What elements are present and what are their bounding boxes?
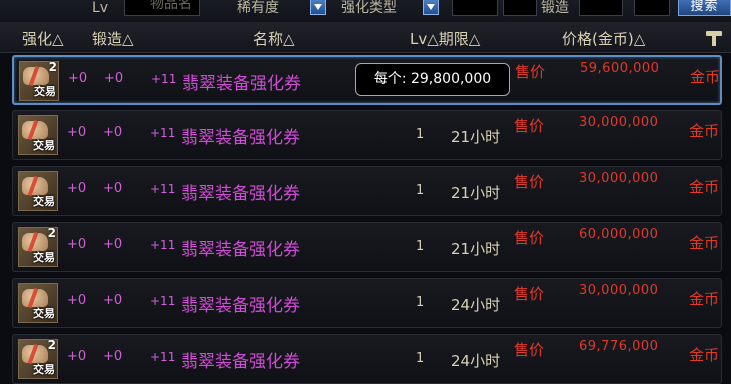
tradeable-badge: 交易 [33, 139, 55, 152]
currency-label: 金币 [689, 234, 720, 252]
level-value: 1 [416, 127, 425, 142]
name-filter-label: 物品名 [150, 0, 192, 12]
tradeable-badge: 交易 [33, 251, 55, 264]
tradeable-badge: 交易 [33, 363, 55, 376]
enhance-level-value: +11 [150, 238, 176, 252]
currency-label: 金币 [689, 178, 720, 196]
forge-value: +0 [104, 71, 124, 86]
listing-row[interactable]: 交易 +0 +0 +11 翡翠装备强化券 1 21小时 售价 30,000,00… [12, 110, 722, 160]
price-value: 59,600,000 [580, 61, 660, 76]
search-filter-bar: Lv 物品名 稀有度 强化类型 锻造 搜索 [0, 0, 731, 23]
enhance-type-dropdown-arrow-icon[interactable] [423, 0, 439, 15]
forge-value: +0 [103, 349, 123, 364]
enhance-level-value: +11 [151, 72, 177, 86]
listing-row[interactable]: 交易 +0 +0 +11 翡翠装备强化券 1 24小时 售价 30,000,00… [12, 278, 722, 328]
price-value: 30,000,000 [579, 171, 659, 186]
tradeable-badge: 交易 [33, 307, 55, 320]
sort-enhance-header[interactable]: 强化△ [22, 28, 64, 49]
listing-row[interactable]: 2 交易 +0 +0 +11 翡翠装备强化券 1 21小时 售价 60,000,… [12, 222, 722, 272]
hammer-icon[interactable] [705, 30, 723, 46]
forge-value: +0 [103, 181, 123, 196]
enhance-value: +0 [67, 125, 87, 140]
enhance-value: +0 [67, 237, 87, 252]
enhance-value: +0 [68, 71, 88, 86]
sort-price-header[interactable]: 价格(金币)△ [562, 28, 645, 49]
currency-label: 金币 [689, 290, 720, 308]
duration-value: 21小时 [451, 184, 501, 202]
enhance-min-input[interactable] [452, 0, 498, 16]
search-button[interactable]: 搜索 [678, 0, 731, 16]
item-count-badge: 2 [47, 226, 56, 240]
currency-label: 金币 [689, 122, 720, 140]
forge-value: +0 [103, 125, 123, 140]
enhance-level-value: +11 [150, 350, 176, 364]
emerald-ticket-item-icon[interactable]: 2 交易 [19, 60, 59, 101]
level-value: 1 [416, 295, 425, 310]
enhance-level-value: +11 [150, 182, 176, 196]
item-name[interactable]: 翡翠装备强化券 [181, 123, 300, 148]
sell-label: 售价 [514, 341, 545, 359]
level-value: 1 [416, 239, 425, 254]
emerald-ticket-item-icon[interactable]: 交易 [18, 115, 58, 155]
forge-value: +0 [103, 237, 123, 252]
item-count-badge: 2 [48, 60, 57, 74]
level-value: 1 [416, 183, 425, 198]
item-name[interactable]: 翡翠装备强化券 [181, 347, 300, 372]
emerald-ticket-item-icon[interactable]: 交易 [18, 171, 58, 211]
item-count-badge: 2 [47, 338, 56, 352]
duration-value: 24小时 [451, 296, 501, 314]
item-name[interactable]: 翡翠装备强化券 [182, 69, 301, 94]
item-name[interactable]: 翡翠装备强化券 [181, 179, 300, 204]
tradeable-badge: 交易 [34, 85, 56, 98]
forge-min-input[interactable] [579, 0, 623, 16]
sell-label: 售价 [514, 173, 545, 191]
duration-value: 24小时 [451, 352, 501, 370]
emerald-ticket-item-icon[interactable]: 2 交易 [18, 338, 58, 379]
unit-price-tooltip: 每个: 29,800,000 [355, 63, 510, 96]
enhance-value: +0 [67, 293, 87, 308]
sell-label: 售价 [514, 117, 545, 135]
listing-row[interactable]: 交易 +0 +0 +11 翡翠装备强化券 1 21小时 售价 30,000,00… [12, 166, 722, 216]
currency-label: 金币 [689, 346, 720, 364]
level-value: 1 [416, 351, 425, 366]
sort-forge-header[interactable]: 锻造△ [92, 28, 134, 49]
emerald-ticket-item-icon[interactable]: 交易 [18, 283, 58, 323]
forge-filter-label: 锻造 [541, 0, 569, 16]
item-name[interactable]: 翡翠装备强化券 [181, 235, 300, 260]
duration-value: 21小时 [451, 128, 501, 146]
enhance-value: +0 [67, 349, 87, 364]
sell-label: 售价 [514, 285, 545, 303]
enhance-level-value: +11 [150, 126, 176, 140]
tradeable-badge: 交易 [33, 195, 55, 208]
price-value: 69,776,000 [579, 339, 659, 354]
forge-value: +0 [103, 293, 123, 308]
rarity-filter-label[interactable]: 稀有度 [237, 0, 279, 16]
sell-label: 售价 [515, 63, 546, 81]
sort-lv-duration-header[interactable]: Lv△期限△ [410, 28, 480, 49]
price-value: 60,000,000 [579, 227, 659, 242]
enhance-type-filter-label[interactable]: 强化类型 [341, 0, 397, 16]
lv-filter-label: Lv [92, 0, 109, 16]
listing-row[interactable]: 2 交易 +0 +0 +11 翡翠装备强化券 1 24小时 售价 69,776,… [12, 334, 722, 384]
emerald-ticket-item-icon[interactable]: 2 交易 [18, 226, 58, 267]
column-header: 强化△ 锻造△ 名称△ Lv△期限△ 价格(金币)△ [0, 22, 731, 53]
item-name[interactable]: 翡翠装备强化券 [181, 291, 300, 316]
enhance-max-input[interactable] [503, 0, 537, 16]
duration-value: 21小时 [451, 240, 501, 258]
enhance-value: +0 [67, 181, 87, 196]
currency-label: 金币 [690, 68, 721, 86]
sell-label: 售价 [514, 229, 545, 247]
sort-name-header[interactable]: 名称△ [253, 28, 295, 49]
price-value: 30,000,000 [579, 115, 659, 130]
forge-max-input[interactable] [634, 0, 670, 16]
enhance-level-value: +11 [150, 294, 176, 308]
rarity-dropdown-arrow-icon[interactable] [310, 0, 326, 15]
price-value: 30,000,000 [579, 283, 659, 298]
